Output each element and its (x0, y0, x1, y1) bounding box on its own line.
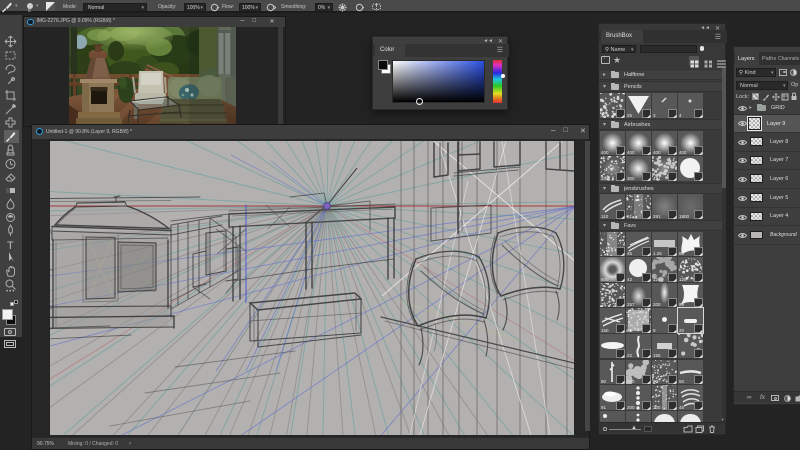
svg-text:T: T (7, 240, 14, 251)
